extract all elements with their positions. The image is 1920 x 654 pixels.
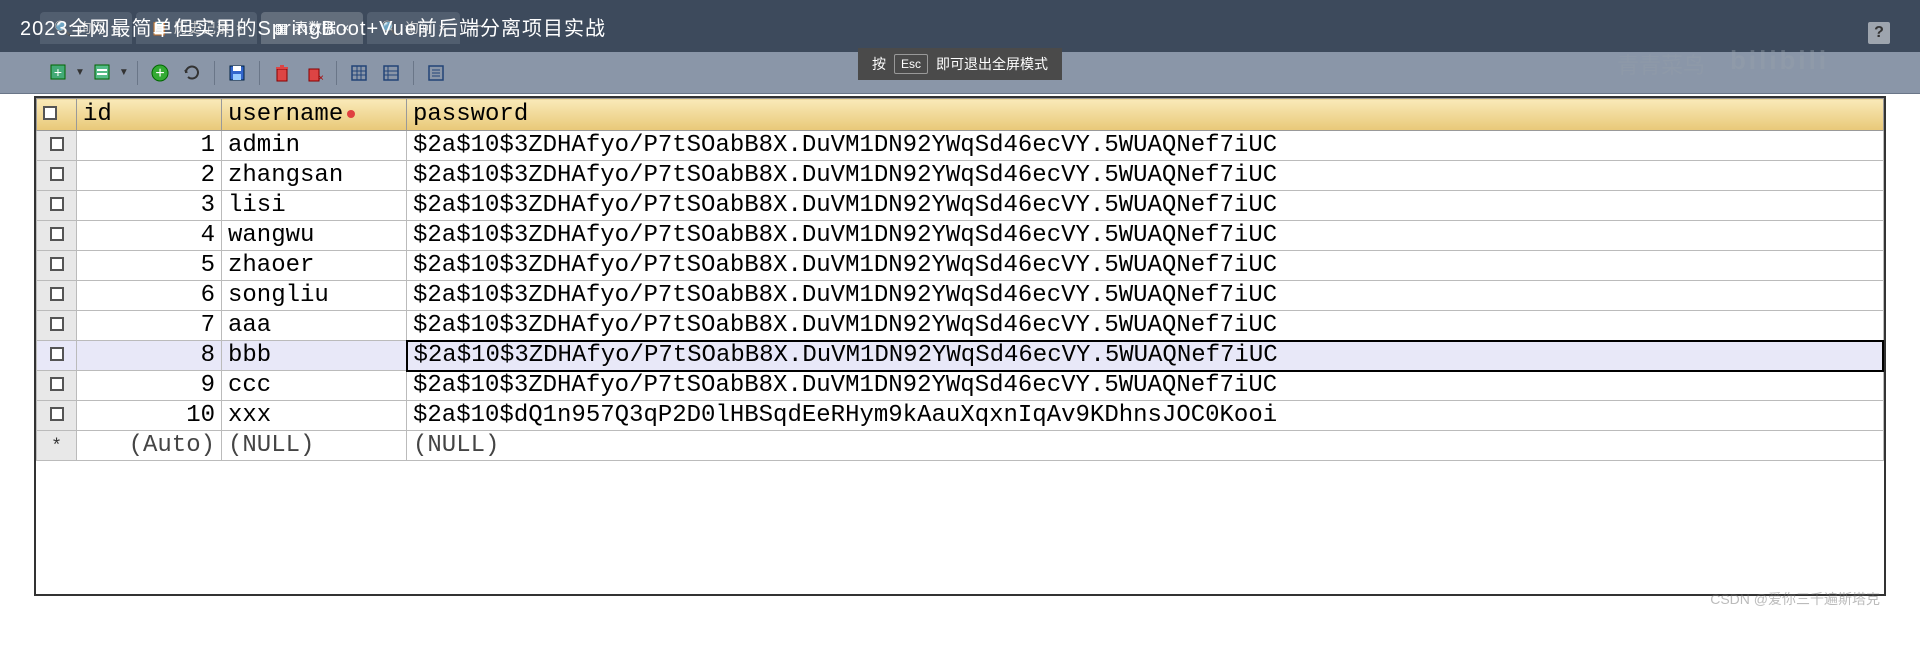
help-icon[interactable]: ? [1868,22,1890,44]
table-row[interactable]: 8 bbb $2a$10$3ZDHAfyo/P7tSOabB8X.DuVM1DN… [37,341,1884,371]
separator [259,61,260,85]
cell-username[interactable]: ccc [222,371,407,401]
cell-id[interactable]: 7 [77,311,222,341]
table-row[interactable]: 10 xxx $2a$10$dQ1n957Q3qP2D0lHBSqdEeRHym… [37,401,1884,431]
separator [413,61,414,85]
row-selector[interactable] [37,161,77,191]
esc-key-label: Esc [894,54,928,74]
cell-id[interactable]: 5 [77,251,222,281]
delete-row-button[interactable] [268,59,296,87]
cell-id[interactable]: 2 [77,161,222,191]
cell-password[interactable]: $2a$10$3ZDHAfyo/P7tSOabB8X.DuVM1DN92YWqS… [407,251,1884,281]
column-header-username[interactable]: username [222,99,407,131]
cell-username[interactable]: xxx [222,401,407,431]
hint-prefix: 按 [872,54,886,74]
cell-password[interactable]: $2a$10$3ZDHAfyo/P7tSOabB8X.DuVM1DN92YWqS… [407,341,1884,371]
row-selector[interactable] [37,251,77,281]
table-row[interactable]: 5 zhaoer $2a$10$3ZDHAfyo/P7tSOabB8X.DuVM… [37,251,1884,281]
refresh-button[interactable] [178,59,206,87]
row-selector[interactable] [37,341,77,371]
cell-password-null[interactable]: (NULL) [407,431,1884,461]
cell-id[interactable]: 6 [77,281,222,311]
cell-password[interactable]: $2a$10$3ZDHAfyo/P7tSOabB8X.DuVM1DN92YWqS… [407,161,1884,191]
hint-suffix: 即可退出全屏模式 [936,54,1048,74]
table-row[interactable]: 4 wangwu $2a$10$3ZDHAfyo/P7tSOabB8X.DuVM… [37,221,1884,251]
separator [137,61,138,85]
separator [336,61,337,85]
cell-username[interactable]: admin [222,131,407,161]
column-header-id[interactable]: id [77,99,222,131]
delete-all-button[interactable]: × [300,59,328,87]
title-bar: 🔍 询问 × 📋 历史记录 × ▦ 表数据 × 🔍 询问 × + 2023全网最… [0,0,1920,52]
table-row[interactable]: 6 songliu $2a$10$3ZDHAfyo/P7tSOabB8X.DuV… [37,281,1884,311]
insert-row-button[interactable]: + [45,59,73,87]
cell-password[interactable]: $2a$10$3ZDHAfyo/P7tSOabB8X.DuVM1DN92YWqS… [407,311,1884,341]
text-view-button[interactable] [422,59,450,87]
cell-username[interactable]: songliu [222,281,407,311]
cell-id[interactable]: 3 [77,191,222,221]
table-row[interactable]: 1 admin $2a$10$3ZDHAfyo/P7tSOabB8X.DuVM1… [37,131,1884,161]
cell-id[interactable]: 9 [77,371,222,401]
dropdown-icon[interactable]: ▼ [75,67,85,78]
data-grid[interactable]: id username password 1 admin $2a$10$3ZDH… [34,96,1886,596]
cell-id[interactable]: 1 [77,131,222,161]
row-selector[interactable] [37,401,77,431]
cell-id[interactable]: 4 [77,221,222,251]
cell-password[interactable]: $2a$10$3ZDHAfyo/P7tSOabB8X.DuVM1DN92YWqS… [407,281,1884,311]
row-selector[interactable] [37,131,77,161]
cell-username[interactable]: zhangsan [222,161,407,191]
svg-text:+: + [54,64,62,80]
new-row[interactable]: * (Auto) (NULL) (NULL) [37,431,1884,461]
cell-password[interactable]: $2a$10$3ZDHAfyo/P7tSOabB8X.DuVM1DN92YWqS… [407,191,1884,221]
cell-password[interactable]: $2a$10$3ZDHAfyo/P7tSOabB8X.DuVM1DN92YWqS… [407,221,1884,251]
form-view-button[interactable] [377,59,405,87]
row-selector[interactable] [37,281,77,311]
cell-password[interactable]: $2a$10$3ZDHAfyo/P7tSOabB8X.DuVM1DN92YWqS… [407,371,1884,401]
cell-id[interactable]: 10 [77,401,222,431]
cell-username[interactable]: bbb [222,341,407,371]
cell-username[interactable]: wangwu [222,221,407,251]
table-row[interactable]: 9 ccc $2a$10$3ZDHAfyo/P7tSOabB8X.DuVM1DN… [37,371,1884,401]
table-row[interactable]: 7 aaa $2a$10$3ZDHAfyo/P7tSOabB8X.DuVM1DN… [37,311,1884,341]
cell-id[interactable]: 8 [77,341,222,371]
row-selector[interactable] [37,371,77,401]
select-all-header[interactable] [37,99,77,131]
video-title: 2023全网最简单但实用的SpringBoot+Vue前后端分离项目实战 [20,12,606,41]
cell-password[interactable]: $2a$10$3ZDHAfyo/P7tSOabB8X.DuVM1DN92YWqS… [407,131,1884,161]
row-selector[interactable] [37,311,77,341]
insert-rows-button[interactable] [89,59,117,87]
separator [214,61,215,85]
cell-username[interactable]: lisi [222,191,407,221]
fullscreen-exit-hint: 按 Esc 即可退出全屏模式 [858,48,1062,80]
row-selector[interactable] [37,191,77,221]
table-row[interactable]: 3 lisi $2a$10$3ZDHAfyo/P7tSOabB8X.DuVM1D… [37,191,1884,221]
csdn-watermark: CSDN @爱你三千遍斯塔克 [1710,589,1880,609]
cell-id-auto[interactable]: (Auto) [77,431,222,461]
dropdown-icon[interactable]: ▼ [119,67,129,78]
svg-text:×: × [318,73,324,83]
cell-username-null[interactable]: (NULL) [222,431,407,461]
modified-indicator-icon [347,110,355,118]
grid-view-button[interactable] [345,59,373,87]
table-row[interactable]: 2 zhangsan $2a$10$3ZDHAfyo/P7tSOabB8X.Du… [37,161,1884,191]
svg-text:+: + [155,65,164,82]
row-selector[interactable] [37,221,77,251]
header-row: id username password [37,99,1884,131]
cell-username[interactable]: aaa [222,311,407,341]
add-button[interactable]: + [146,59,174,87]
cell-password[interactable]: $2a$10$dQ1n957Q3qP2D0lHBSqdEeRHym9kAauXq… [407,401,1884,431]
new-row-marker: * [37,431,77,461]
result-table: id username password 1 admin $2a$10$3ZDH… [36,98,1884,461]
cell-username[interactable]: zhaoer [222,251,407,281]
save-button[interactable] [223,59,251,87]
column-header-password[interactable]: password [407,99,1884,131]
